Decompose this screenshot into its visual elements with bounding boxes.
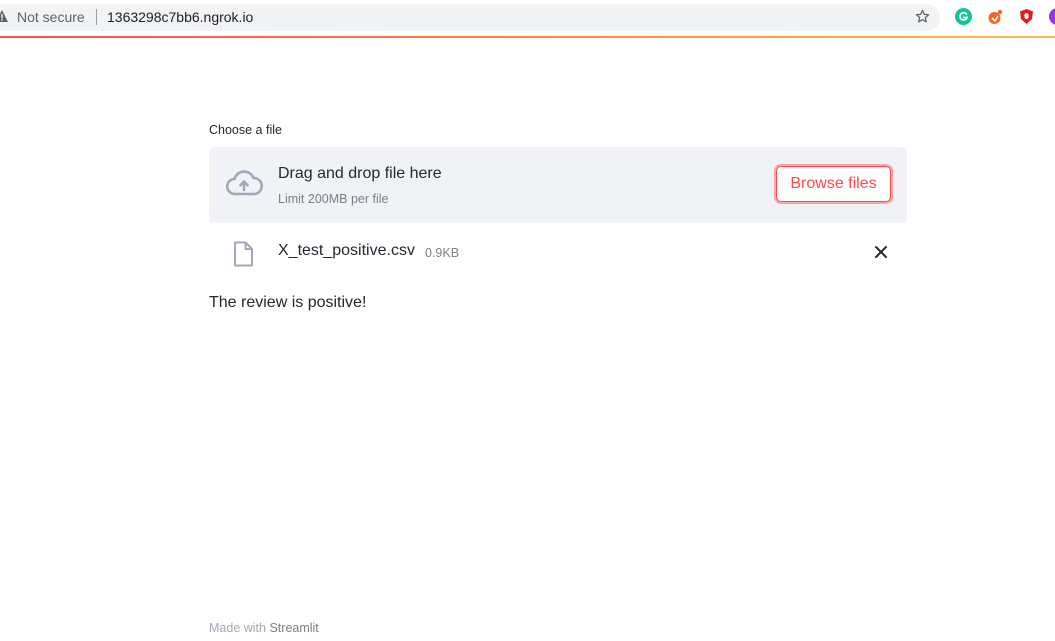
remove-file-button[interactable] xyxy=(870,241,892,263)
browser-toolbar: Not secure 1363298c7bb6.ngrok.io xyxy=(0,0,1055,36)
close-icon xyxy=(875,246,887,258)
dropzone-title: Drag and drop file here xyxy=(278,165,442,182)
file-icon xyxy=(234,241,253,267)
url-text[interactable]: 1363298c7bb6.ngrok.io xyxy=(107,8,253,26)
file-name: X_test_positive.csv xyxy=(278,242,415,259)
streamlit-link[interactable]: Streamlit xyxy=(269,621,318,635)
purple-extension-icon[interactable] xyxy=(1049,8,1055,25)
uploaded-file-row: X_test_positive.csv 0.9KB xyxy=(209,232,907,274)
file-dropzone[interactable]: Drag and drop file here Limit 200MB per … xyxy=(209,147,907,223)
footer: Made with Streamlit xyxy=(209,621,319,635)
grammarly-icon[interactable] xyxy=(955,8,972,25)
dropzone-limit: Limit 200MB per file xyxy=(278,192,389,206)
uploader-label: Choose a file xyxy=(209,123,282,137)
security-status[interactable]: Not secure xyxy=(17,8,85,26)
warning-icon[interactable] xyxy=(0,9,9,23)
app-decoration-bar xyxy=(0,36,1055,38)
cloud-upload-icon xyxy=(225,170,263,196)
red-extension-icon[interactable] xyxy=(1018,8,1035,25)
bookmark-star-icon[interactable] xyxy=(914,8,931,25)
url-separator xyxy=(96,9,97,25)
file-size: 0.9KB xyxy=(425,246,460,260)
browse-files-button[interactable]: Browse files xyxy=(776,166,891,202)
orange-extension-icon[interactable] xyxy=(987,8,1004,25)
footer-prefix: Made with xyxy=(209,621,266,635)
prediction-result: The review is positive! xyxy=(209,294,367,311)
